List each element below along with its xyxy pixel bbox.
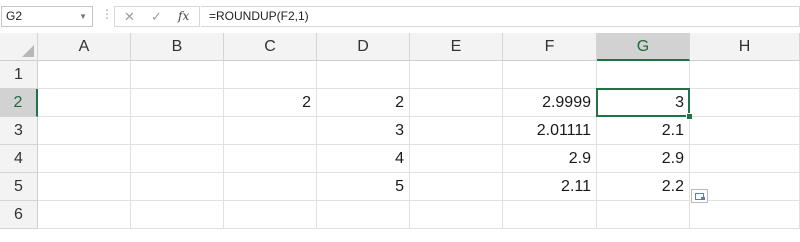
- select-all-button[interactable]: [0, 33, 38, 61]
- cell-a5[interactable]: [38, 173, 131, 201]
- chevron-down-icon[interactable]: ▼: [79, 7, 87, 26]
- cell-g2[interactable]: 3: [597, 89, 690, 117]
- cell-b6[interactable]: [131, 201, 224, 229]
- cell-c4[interactable]: [224, 145, 317, 173]
- row-header-4[interactable]: 4: [0, 145, 38, 173]
- cell-f4[interactable]: 2.9: [503, 145, 597, 173]
- formula-buttons: ✕ ✓ fx: [114, 6, 200, 27]
- row-header-5[interactable]: 5: [0, 173, 38, 201]
- cell-d5[interactable]: 5: [317, 173, 410, 201]
- cell-b5[interactable]: [131, 173, 224, 201]
- cell-g6[interactable]: [597, 201, 690, 229]
- cell-c3[interactable]: [224, 117, 317, 145]
- cell-d3[interactable]: 3: [317, 117, 410, 145]
- cell-c6[interactable]: [224, 201, 317, 229]
- cell-e4[interactable]: [410, 145, 503, 173]
- cell-g1[interactable]: [597, 61, 690, 89]
- more-options-icon[interactable]: ⋮: [101, 7, 113, 21]
- cell-c5[interactable]: [224, 173, 317, 201]
- column-header-f[interactable]: F: [503, 33, 597, 61]
- cell-d2[interactable]: 2: [317, 89, 410, 117]
- cell-f5[interactable]: 2.11: [503, 173, 597, 201]
- cell-h2[interactable]: [690, 89, 800, 117]
- cell-e5[interactable]: [410, 173, 503, 201]
- cell-a1[interactable]: [38, 61, 131, 89]
- auto-fill-marker-icon: [701, 197, 705, 200]
- name-box-value: G2: [6, 9, 23, 23]
- cell-f1[interactable]: [503, 61, 597, 89]
- cell-c2[interactable]: 2: [224, 89, 317, 117]
- cell-a3[interactable]: [38, 117, 131, 145]
- cell-h6[interactable]: [690, 201, 800, 229]
- cell-d6[interactable]: [317, 201, 410, 229]
- column-header-d[interactable]: D: [317, 33, 410, 61]
- check-icon[interactable]: ✓: [151, 7, 162, 26]
- cell-e3[interactable]: [410, 117, 503, 145]
- cell-h1[interactable]: [690, 61, 800, 89]
- cell-b2[interactable]: [131, 89, 224, 117]
- cell-c1[interactable]: [224, 61, 317, 89]
- row-header-2[interactable]: 2: [0, 89, 38, 117]
- formula-input[interactable]: =ROUNDUP(F2,1): [201, 6, 800, 27]
- cell-f3[interactable]: 2.01111: [503, 117, 597, 145]
- cell-g3[interactable]: 2.1: [597, 117, 690, 145]
- cell-h4[interactable]: [690, 145, 800, 173]
- cell-e2[interactable]: [410, 89, 503, 117]
- column-header-g[interactable]: G: [597, 33, 690, 61]
- cell-f6[interactable]: [503, 201, 597, 229]
- column-header-a[interactable]: A: [38, 33, 131, 61]
- spreadsheet-grid: A B C D E F G H 1 2 2 2 2.9999 3 3 3 2.01111 2.1 4 4 2.9 2.9 5…: [0, 33, 800, 242]
- cell-e1[interactable]: [410, 61, 503, 89]
- name-box[interactable]: G2 ▼: [1, 6, 93, 27]
- auto-fill-options-icon[interactable]: [691, 189, 708, 203]
- column-header-b[interactable]: B: [131, 33, 224, 61]
- column-header-e[interactable]: E: [410, 33, 503, 61]
- cell-b1[interactable]: [131, 61, 224, 89]
- formula-bar: G2 ▼ ⋮ ✕ ✓ fx =ROUNDUP(F2,1): [0, 0, 800, 33]
- cell-g4[interactable]: 2.9: [597, 145, 690, 173]
- column-header-h[interactable]: H: [690, 33, 800, 61]
- cell-e6[interactable]: [410, 201, 503, 229]
- row-header-1[interactable]: 1: [0, 61, 38, 89]
- cell-b3[interactable]: [131, 117, 224, 145]
- cell-d4[interactable]: 4: [317, 145, 410, 173]
- select-all-icon: [22, 45, 34, 57]
- cell-a4[interactable]: [38, 145, 131, 173]
- row-header-6[interactable]: 6: [0, 201, 38, 229]
- row-header-3[interactable]: 3: [0, 117, 38, 145]
- cell-b4[interactable]: [131, 145, 224, 173]
- insert-function-icon[interactable]: fx: [178, 7, 189, 26]
- cell-f2[interactable]: 2.9999: [503, 89, 597, 117]
- close-icon[interactable]: ✕: [124, 7, 135, 26]
- cell-d1[interactable]: [317, 61, 410, 89]
- cell-g5[interactable]: 2.2: [597, 173, 690, 201]
- column-header-c[interactable]: C: [224, 33, 317, 61]
- cell-a6[interactable]: [38, 201, 131, 229]
- cell-h3[interactable]: [690, 117, 800, 145]
- cell-a2[interactable]: [38, 89, 131, 117]
- fill-handle[interactable]: [686, 113, 693, 120]
